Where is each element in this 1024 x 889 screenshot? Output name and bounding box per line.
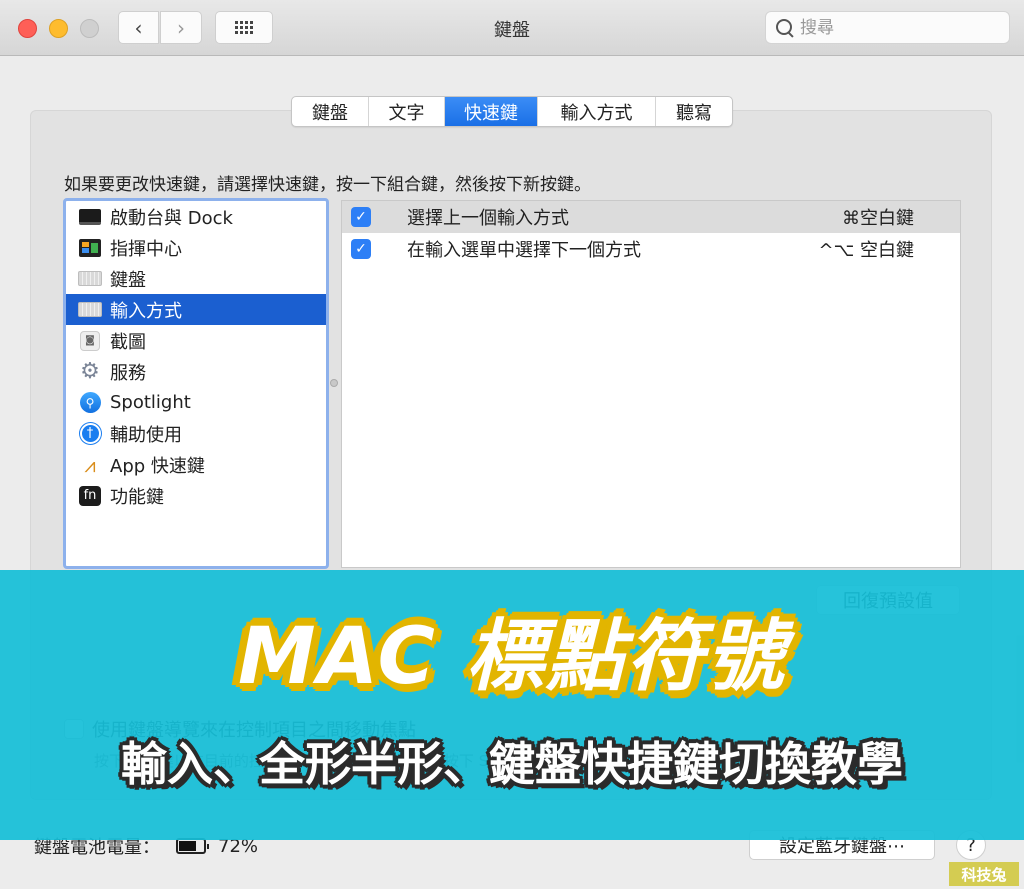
banner-subtitle: 輸入、全形半形、鍵盤快捷鍵切換教學 (121, 737, 903, 791)
tab-keyboard[interactable]: 鍵盤 (292, 97, 369, 126)
spotlight-icon: ⚲ (78, 392, 102, 413)
category-keyboard[interactable]: 鍵盤 (66, 263, 326, 294)
category-launchpad-dock[interactable]: 啟動台與 Dock (66, 201, 326, 232)
keyboard-icon (78, 300, 102, 320)
category-label: 輔助使用 (110, 424, 182, 446)
tab-text[interactable]: 文字 (369, 97, 445, 126)
shortcut-label: 在輸入選單中選擇下一個方式 (407, 240, 641, 261)
screenshot-icon: ◙ (78, 330, 102, 351)
shortcut-checkbox[interactable]: ✓ (351, 207, 371, 227)
shortcut-key[interactable]: ^⌥ 空白鍵 (818, 236, 914, 262)
category-label: 功能鍵 (110, 486, 164, 508)
category-app-shortcuts[interactable]: ⩘ App 快速鍵 (66, 449, 326, 480)
category-services[interactable]: ⚙ 服務 (66, 356, 326, 387)
category-label: 鍵盤 (110, 269, 146, 291)
accessibility-icon: † (78, 423, 102, 444)
split-view-handle[interactable] (330, 379, 338, 387)
tab-input-sources[interactable]: 輸入方式 (538, 97, 656, 126)
category-label: 截圖 (110, 331, 146, 353)
shortcut-label: 選擇上一個輸入方式 (407, 208, 569, 229)
category-label: 服務 (110, 362, 146, 384)
shortcut-checkbox[interactable]: ✓ (351, 239, 371, 259)
shortcut-table: ✓ 選擇上一個輸入方式 ⌘空白鍵 ✓ 在輸入選單中選擇下一個方式 ^⌥ 空白鍵 (341, 200, 961, 568)
tab-shortcuts[interactable]: 快速鍵 (445, 97, 538, 126)
fn-icon: fn (78, 485, 102, 506)
battery-icon (176, 838, 209, 854)
tab-dictation[interactable]: 聽寫 (656, 97, 732, 126)
shortcut-category-list: 啟動台與 Dock 指揮中心 鍵盤 輸入方式 ◙ 截圖 ⚙ 服務 ⚲ Spotl… (63, 198, 329, 569)
category-label: 指揮中心 (110, 238, 182, 260)
gear-icon: ⚙ (80, 358, 100, 384)
category-label: 輸入方式 (110, 300, 182, 322)
shortcut-key[interactable]: ⌘空白鍵 (842, 204, 914, 230)
shortcut-row[interactable]: ✓ 選擇上一個輸入方式 ⌘空白鍵 (342, 201, 960, 233)
search-input[interactable] (800, 17, 1000, 38)
search-icon (774, 17, 796, 39)
checkmark-icon: ✓ (355, 241, 367, 257)
tab-bar: 鍵盤 文字 快速鍵 輸入方式 聽寫 (291, 96, 733, 127)
category-spotlight[interactable]: ⚲ Spotlight (66, 387, 326, 418)
banner-title: MAC 標點符號 (238, 612, 786, 702)
category-mission-control[interactable]: 指揮中心 (66, 232, 326, 263)
search-field[interactable] (765, 11, 1010, 44)
dock-icon (78, 207, 102, 227)
watermark: 科技兔 (949, 862, 1019, 886)
promo-banner: MAC 標點符號 輸入、全形半形、鍵盤快捷鍵切換教學 (0, 570, 1024, 840)
keyboard-icon (78, 269, 102, 289)
category-accessibility[interactable]: † 輔助使用 (66, 418, 326, 449)
instruction-text: 如果要更改快速鍵，請選擇快速鍵，按一下組合鍵，然後按下新按鍵。 (64, 175, 591, 195)
category-label: 啟動台與 Dock (110, 207, 233, 229)
category-input-sources[interactable]: 輸入方式 (66, 294, 326, 325)
app-store-icon: ⩘ (84, 452, 96, 477)
checkmark-icon: ✓ (355, 209, 367, 225)
category-function-keys[interactable]: fn 功能鍵 (66, 480, 326, 511)
battery-fill (179, 841, 197, 851)
category-label: App 快速鍵 (110, 455, 205, 477)
mission-control-icon (78, 238, 102, 258)
title-bar: ‹ › 鍵盤 (0, 0, 1024, 56)
category-label: Spotlight (110, 392, 191, 413)
shortcut-row[interactable]: ✓ 在輸入選單中選擇下一個方式 ^⌥ 空白鍵 (342, 233, 960, 265)
category-screenshots[interactable]: ◙ 截圖 (66, 325, 326, 356)
